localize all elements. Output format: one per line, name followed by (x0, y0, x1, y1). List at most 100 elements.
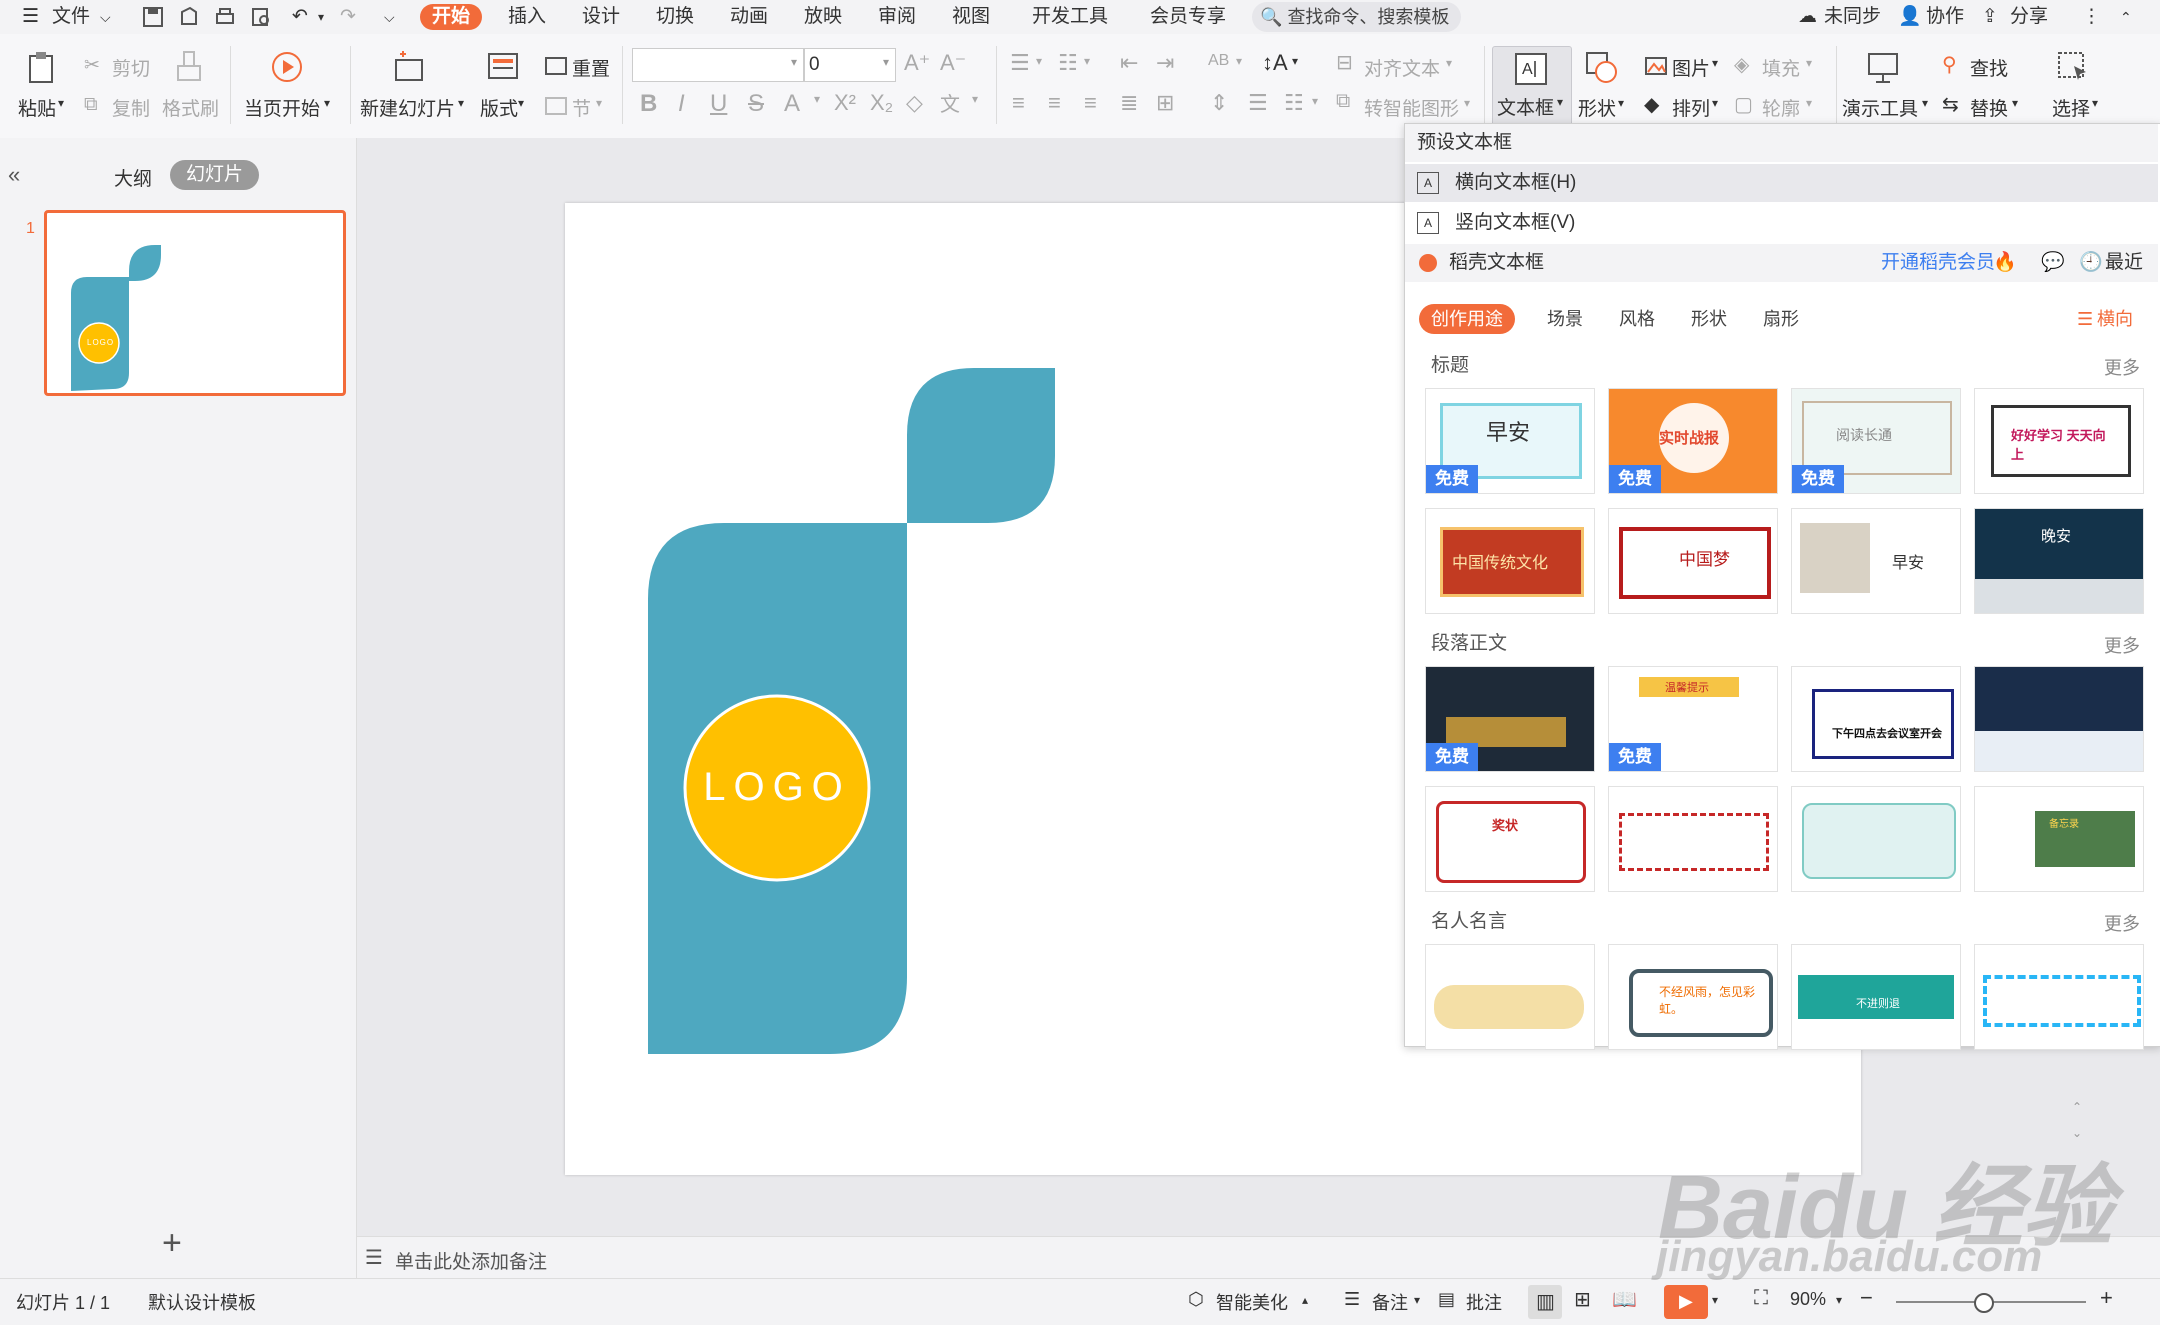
fit-window-icon[interactable]: ⛶ (1754, 1287, 1768, 1310)
menu-tab-home[interactable]: 开始 (420, 4, 483, 30)
columns-dropdown-icon[interactable]: ▾ (1312, 94, 1318, 108)
chat-icon[interactable]: 💬 (2041, 244, 2065, 282)
menu-tab-slideshow[interactable]: 放映 (804, 4, 842, 30)
layout-dropdown-icon[interactable]: ▾ (518, 96, 524, 110)
template-tile[interactable] (1608, 786, 1778, 892)
arrange-button[interactable]: 排列 (1672, 94, 1710, 121)
hamburger-icon[interactable]: ☰ (22, 4, 39, 30)
clock-icon[interactable]: 🕘 (2079, 244, 2103, 282)
subscript-icon[interactable]: X₂ (870, 90, 893, 116)
align-text-dropdown-icon[interactable]: ▾ (1446, 56, 1452, 70)
line-spacing-icon[interactable]: ⇕ (1210, 90, 1228, 116)
beautify-button[interactable]: 智能美化 (1216, 1289, 1288, 1315)
format-painter-button[interactable]: 格式刷 (162, 94, 219, 121)
logo-text[interactable]: LOGO (697, 765, 857, 810)
undo-dropdown-icon[interactable]: ▾ (318, 4, 324, 30)
align-text-button[interactable]: 对齐文本 (1364, 54, 1440, 81)
paste-button[interactable]: 粘贴 (18, 94, 56, 121)
open-member-link[interactable]: 开通稻壳会员 (1881, 244, 1995, 282)
collab-icon[interactable]: 👤 (1898, 4, 1922, 30)
play-icon[interactable] (270, 50, 304, 84)
menu-item-horizontal-textbox[interactable]: A 横向文本框(H) (1405, 164, 2158, 202)
align-center-icon[interactable]: ≡ (1048, 90, 1061, 116)
menu-tab-insert[interactable]: 插入 (508, 4, 546, 30)
tab-outline[interactable]: 大纲 (114, 164, 152, 191)
template-tile[interactable] (1425, 944, 1595, 1050)
customize-chevron-icon[interactable]: ⌵ (384, 4, 395, 30)
font-color-dropdown-icon[interactable]: ▾ (814, 92, 820, 106)
orientation-icon[interactable]: ☰ (2077, 304, 2093, 334)
section-button[interactable]: 节 (572, 94, 591, 121)
underline-icon[interactable]: U (710, 90, 727, 118)
font-color-icon[interactable]: A (784, 90, 800, 118)
scroll-up-icon[interactable]: ⌃ (2072, 1100, 2082, 1114)
menu-tab-view[interactable]: 视图 (952, 4, 990, 30)
collab-button[interactable]: 协作 (1926, 4, 1964, 30)
redo-icon[interactable]: ↷ (340, 4, 356, 30)
font-size-select[interactable]: 0 ▾ (804, 48, 896, 82)
template-tile[interactable]: 晚安 (1974, 508, 2144, 614)
justify-icon[interactable]: ≣ (1120, 90, 1138, 116)
picture-dropdown-icon[interactable]: ▾ (1712, 56, 1718, 70)
recent-button[interactable]: 最近 (2105, 244, 2143, 282)
template-tile[interactable]: 早安 (1791, 508, 1961, 614)
more-options-icon[interactable]: ⋮ (2082, 4, 2101, 30)
template-tile[interactable]: 奖状 (1425, 786, 1595, 892)
add-slide-icon[interactable]: + (162, 1224, 182, 1263)
sync-status[interactable]: 未同步 (1824, 4, 1881, 30)
normal-view-button[interactable]: ▥ (1528, 1285, 1562, 1319)
cut-button[interactable]: 剪切 (112, 54, 150, 81)
tab-creation[interactable]: 创作用途 (1419, 304, 1515, 334)
notes-placeholder[interactable]: 单击此处添加备注 (395, 1247, 547, 1274)
arrange-dropdown-icon[interactable]: ▾ (1712, 96, 1718, 110)
notes-toggle-button[interactable]: 备注 (1372, 1289, 1408, 1315)
bold-icon[interactable]: B (640, 90, 657, 118)
menu-tab-review[interactable]: 审阅 (878, 4, 916, 30)
more-link[interactable]: 更多 (2104, 910, 2140, 936)
command-search[interactable]: 🔍 查找命令、搜索模板 (1252, 2, 1462, 32)
numbered-list-icon[interactable]: ☷ (1058, 50, 1078, 76)
present-tools-button[interactable]: 演示工具 (1842, 94, 1918, 121)
shape-icon[interactable] (1584, 50, 1618, 84)
play-slideshow-button[interactable]: ▶ (1664, 1285, 1708, 1319)
tab-style[interactable]: 风格 (1619, 304, 1655, 334)
numbered-dropdown-icon[interactable]: ▾ (1084, 54, 1090, 68)
picture-button[interactable]: 图片 (1672, 54, 1710, 81)
paste-icon[interactable] (24, 50, 58, 84)
bullet-list-icon[interactable]: ☰ (1010, 50, 1030, 76)
template-tile[interactable]: 免费 (1425, 666, 1595, 772)
bullet-dropdown-icon[interactable]: ▾ (1036, 54, 1042, 68)
template-tile[interactable]: 早安 免费 (1425, 388, 1595, 494)
select-button[interactable]: 选择 (2052, 94, 2090, 121)
smartart-button[interactable]: 转智能图形 (1364, 94, 1459, 121)
chevron-down-icon[interactable]: ⌵ (100, 4, 111, 30)
new-slide-dropdown-icon[interactable]: ▾ (458, 96, 464, 110)
smartart-dropdown-icon[interactable]: ▾ (1464, 96, 1470, 110)
new-slide-button[interactable]: 新建幻灯片 (360, 94, 455, 121)
menu-tab-design[interactable]: 设计 (582, 4, 620, 30)
present-tools-icon[interactable] (1866, 50, 1900, 84)
menu-tab-transition[interactable]: 切换 (656, 4, 694, 30)
share-icon[interactable]: ⇪ (1982, 4, 1998, 30)
outline-button[interactable]: 轮廓 (1762, 94, 1800, 121)
template-tile[interactable] (1974, 944, 2144, 1050)
find-button[interactable]: 查找 (1970, 54, 2008, 81)
strikethrough-icon[interactable]: S (748, 90, 764, 118)
share-button[interactable]: 分享 (2010, 4, 2048, 30)
slide-sorter-icon[interactable]: ⊞ (1574, 1287, 1591, 1312)
para-spacing-icon[interactable]: ☰ (1248, 90, 1268, 116)
text-direction-dropdown-icon[interactable]: ▾ (1292, 54, 1298, 68)
superscript-icon[interactable]: X² (834, 90, 856, 116)
beautify-chevron-icon[interactable]: ▴ (1302, 1293, 1308, 1307)
template-tile[interactable]: 阅读长通 免费 (1791, 388, 1961, 494)
menu-tab-developer[interactable]: 开发工具 (1032, 4, 1108, 30)
template-tile[interactable]: 温馨提示 免费 (1608, 666, 1778, 772)
template-tile[interactable]: 不经风雨，怎见彩虹。 (1608, 944, 1778, 1050)
template-tile[interactable]: 实时战报 免费 (1608, 388, 1778, 494)
align-right-icon[interactable]: ≡ (1084, 90, 1097, 116)
template-tile[interactable]: 中国传统文化 (1425, 508, 1595, 614)
text-direction-icon[interactable]: ↕A (1262, 50, 1288, 76)
template-tile[interactable]: 不进则退 (1791, 944, 1961, 1050)
increase-indent-icon[interactable]: ⇥ (1156, 50, 1174, 76)
clear-format-icon[interactable]: ◇ (906, 90, 923, 116)
